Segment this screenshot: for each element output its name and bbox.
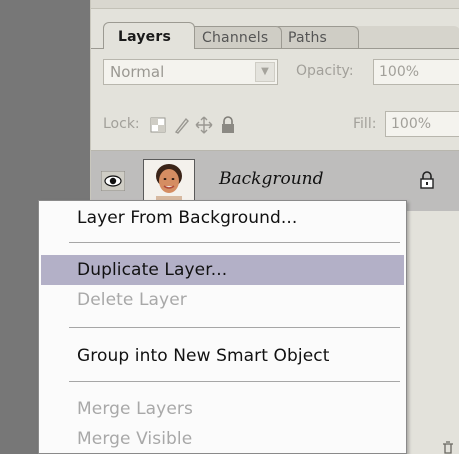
lock-row: Lock: Fill: 100% [103, 111, 459, 140]
fill-label: Fill: [353, 116, 377, 132]
tab-layers[interactable]: Layers [103, 22, 195, 49]
layer-lock-icon [420, 171, 434, 189]
menu-separator [69, 381, 400, 382]
blend-mode-dropdown[interactable]: Normal ▼ [103, 59, 278, 85]
panel-tab-bar: Paths Channels Layers [103, 22, 459, 49]
lock-brush-icon[interactable] [173, 116, 191, 134]
chevron-down-icon[interactable]: ▼ [255, 62, 275, 82]
menu-item-duplicate-layer[interactable]: Duplicate Layer... [41, 255, 404, 285]
menu-item-layer-from-background[interactable]: Layer From Background... [41, 203, 404, 233]
eye-icon[interactable] [101, 171, 125, 191]
lock-transparency-icon[interactable] [149, 116, 167, 134]
fill-field[interactable]: 100% [385, 111, 459, 137]
opacity-field[interactable]: 100% [373, 59, 459, 85]
layer-thumbnail [143, 159, 195, 205]
tab-channels[interactable]: Channels [187, 26, 282, 48]
menu-separator [69, 327, 400, 328]
blend-mode-value: Normal [110, 63, 165, 81]
lock-move-icon[interactable] [195, 116, 213, 134]
lock-label: Lock: [103, 116, 140, 132]
opacity-label: Opacity: [296, 63, 354, 79]
layer-name[interactable]: Background [219, 169, 323, 189]
lock-all-icon[interactable] [219, 116, 237, 134]
portrait-thumbnail-image [144, 160, 194, 204]
menu-separator [69, 242, 400, 243]
layer-context-menu: Layer From Background... Duplicate Layer… [38, 200, 407, 454]
menu-item-merge-visible: Merge Visible [77, 429, 193, 449]
menu-item-group-into-smart-object[interactable]: Group into New Smart Object [41, 341, 404, 371]
tab-paths[interactable]: Paths [273, 26, 359, 48]
menu-item-merge-layers: Merge Layers [77, 399, 193, 419]
panel-title-strip [91, 0, 459, 9]
menu-item-delete-layer: Delete Layer [77, 290, 187, 310]
tab-bar-filler [353, 26, 459, 48]
delete-layer-icon[interactable] [441, 440, 455, 454]
